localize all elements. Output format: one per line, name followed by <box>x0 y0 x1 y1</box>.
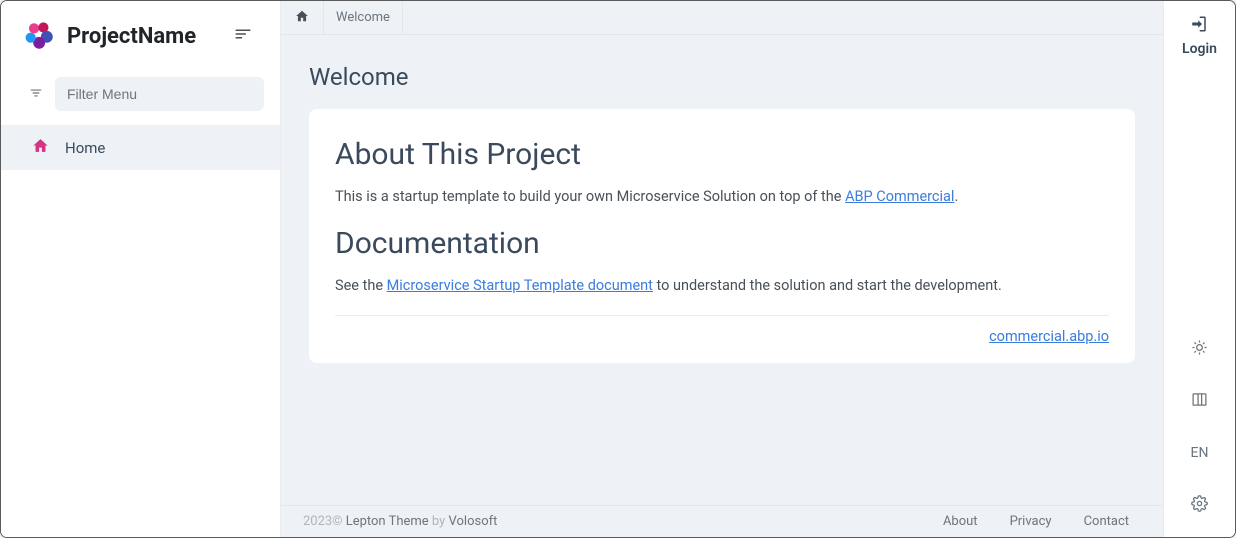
page-title: Welcome <box>309 63 1135 91</box>
filter-menu-input[interactable] <box>55 77 264 111</box>
footer-copyright: 2023© Lepton Theme by Volosoft <box>303 514 497 529</box>
commercial-site-link[interactable]: commercial.abp.io <box>989 328 1109 345</box>
filter-icon[interactable] <box>29 85 43 104</box>
home-icon <box>32 137 49 158</box>
brand-logo-icon <box>23 19 57 53</box>
docs-text-before: See the <box>335 277 387 294</box>
breadcrumb: Welcome <box>281 1 1163 35</box>
footer-theme: Lepton Theme <box>346 514 429 529</box>
sidebar-item-label: Home <box>65 139 105 157</box>
sidebar: ProjectName Home <box>1 1 281 537</box>
abp-commercial-link[interactable]: ABP Commercial <box>845 188 954 205</box>
footer-company: Volosoft <box>449 514 498 529</box>
documentation-text: See the Microservice Startup Template do… <box>335 275 1109 297</box>
brand-name: ProjectName <box>67 24 196 49</box>
footer-copy-symbol: © <box>332 514 345 529</box>
footer: 2023© Lepton Theme by Volosoft About Pri… <box>281 505 1163 537</box>
card-divider <box>335 315 1109 316</box>
content-card: About This Project This is a startup tem… <box>309 109 1135 363</box>
footer-link-about[interactable]: About <box>931 514 990 529</box>
about-text: This is a startup template to build your… <box>335 186 1109 208</box>
login-label: Login <box>1182 41 1217 57</box>
documentation-heading: Documentation <box>335 226 1109 261</box>
columns-icon <box>1191 391 1208 412</box>
main-content: Welcome Welcome About This Project This … <box>281 1 1163 537</box>
menu-toggle-icon[interactable] <box>228 19 258 53</box>
breadcrumb-current[interactable]: Welcome <box>324 1 403 34</box>
language-button[interactable]: EN <box>1186 439 1214 467</box>
breadcrumb-label: Welcome <box>336 10 390 25</box>
sidebar-item-home[interactable]: Home <box>1 125 280 170</box>
card-footer: commercial.abp.io <box>335 326 1109 345</box>
footer-link-privacy[interactable]: Privacy <box>998 514 1064 529</box>
footer-by: by <box>429 514 449 529</box>
theme-toggle-button[interactable] <box>1186 335 1214 363</box>
footer-link-contact[interactable]: Contact <box>1072 514 1141 529</box>
footer-links: About Privacy Contact <box>931 514 1141 529</box>
docs-text-after: to understand the solution and start the… <box>653 277 1002 294</box>
gear-icon <box>1191 495 1208 516</box>
breadcrumb-home[interactable] <box>281 1 324 34</box>
filter-row <box>1 71 280 125</box>
login-icon <box>1190 15 1208 37</box>
layout-toggle-button[interactable] <box>1186 387 1214 415</box>
right-bar-tools: EN <box>1186 335 1214 519</box>
about-text-before: This is a startup template to build your… <box>335 188 845 205</box>
brand-link[interactable]: ProjectName <box>23 19 196 53</box>
language-label: EN <box>1191 445 1209 461</box>
about-text-after: . <box>954 188 958 205</box>
startup-template-link[interactable]: Microservice Startup Template document <box>387 277 653 294</box>
settings-button[interactable] <box>1186 491 1214 519</box>
sun-icon <box>1191 339 1208 360</box>
login-button[interactable]: Login <box>1182 15 1217 57</box>
page-content: Welcome About This Project This is a sta… <box>281 35 1163 505</box>
right-bar: Login EN <box>1163 1 1235 537</box>
brand-bar: ProjectName <box>1 1 280 71</box>
footer-year: 2023 <box>303 514 332 529</box>
about-heading: About This Project <box>335 137 1109 172</box>
home-icon <box>295 9 309 27</box>
